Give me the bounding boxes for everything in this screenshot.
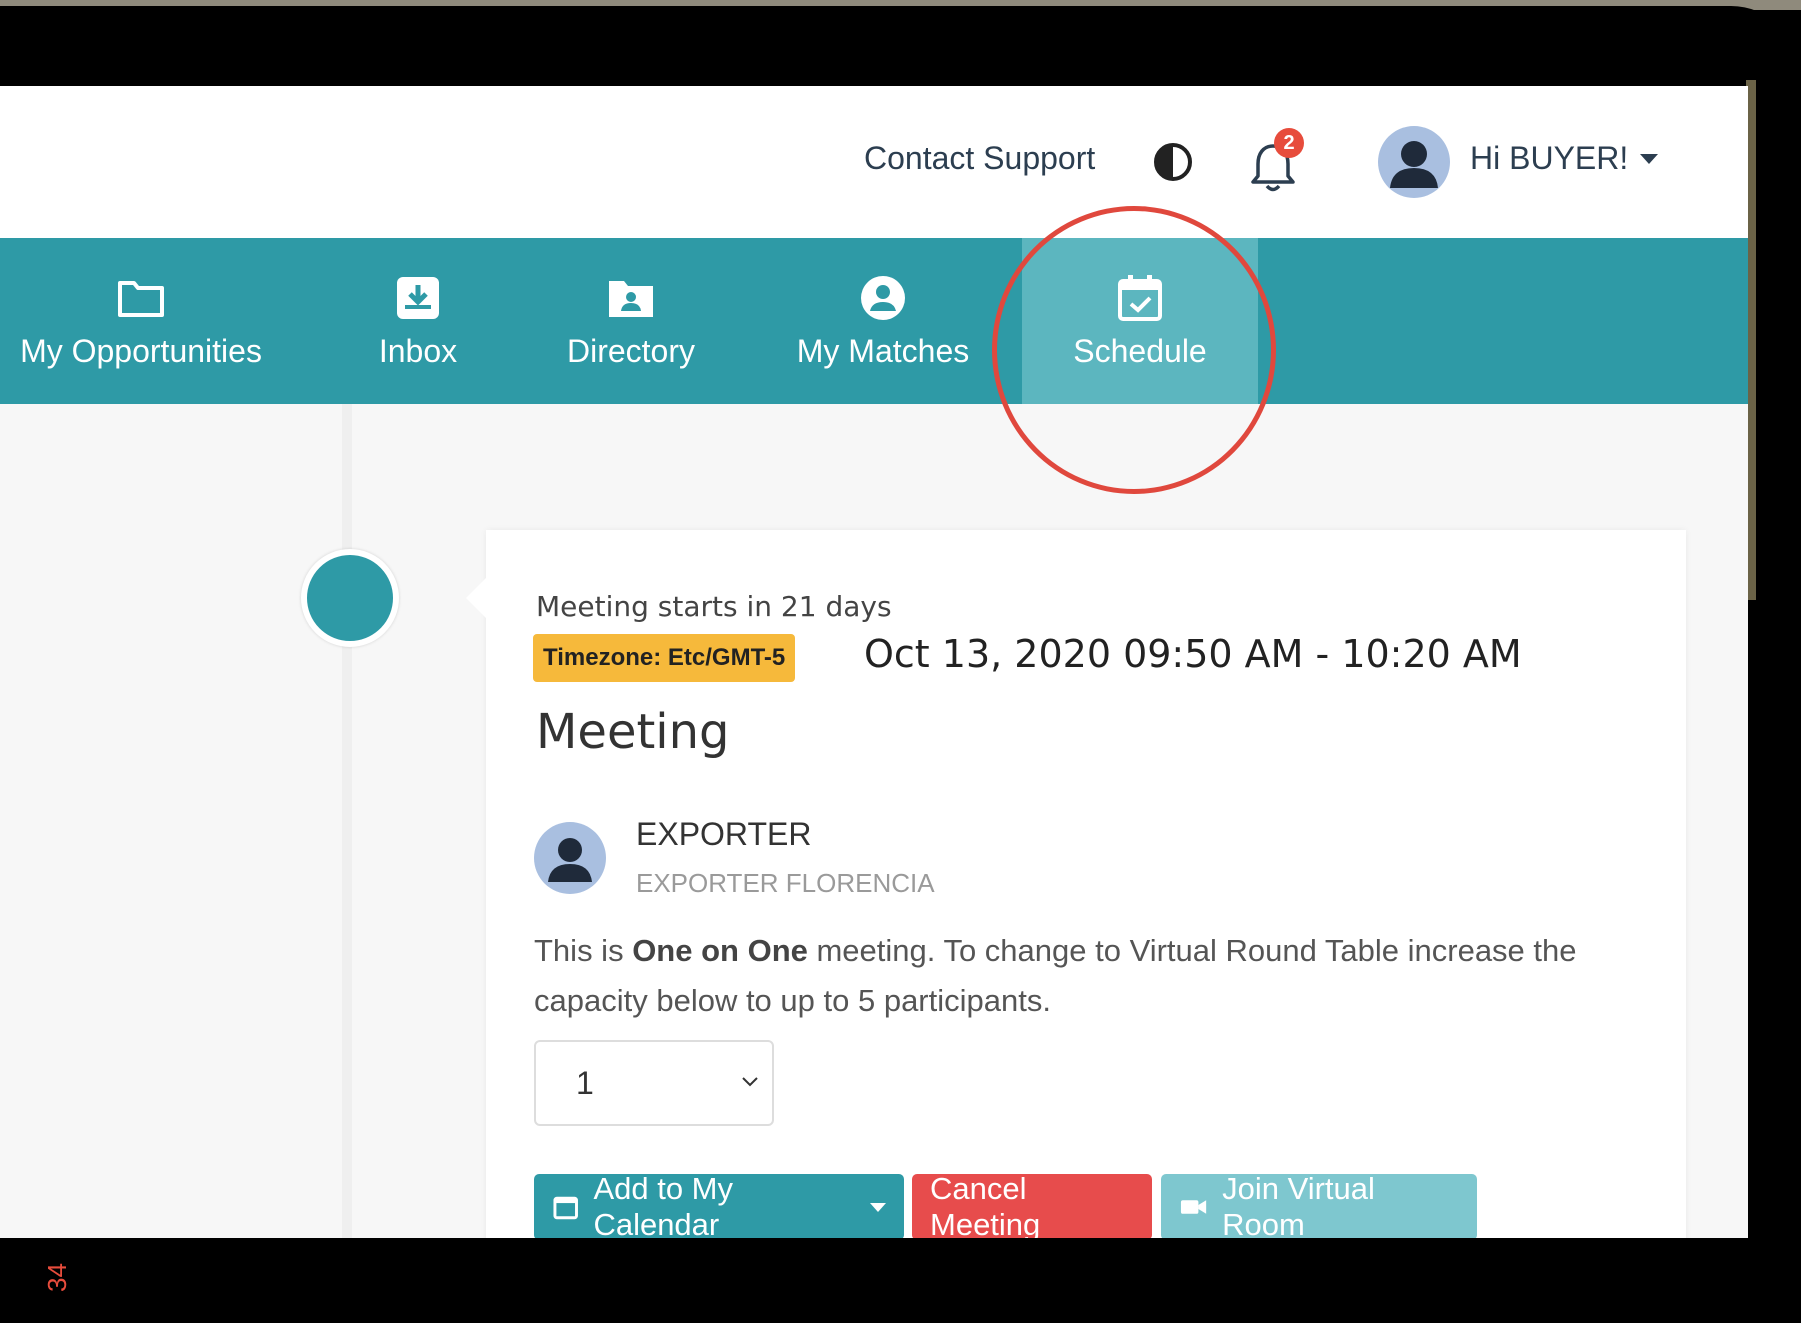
nav-directory[interactable]: Directory xyxy=(546,238,716,404)
nav-label: Directory xyxy=(566,332,695,369)
meeting-countdown: Meeting starts in 21 days xyxy=(536,590,892,623)
nav-label: Inbox xyxy=(378,332,458,369)
add-to-calendar-label: Add to My Calendar xyxy=(593,1171,733,1238)
top-header: Contact Support 2 Hi BUYER! xyxy=(0,86,1748,238)
user-avatar[interactable] xyxy=(1378,126,1450,198)
inbox-icon xyxy=(397,276,439,319)
timeline-line xyxy=(342,404,352,1238)
side-label: 34 xyxy=(42,1263,72,1292)
contrast-icon[interactable] xyxy=(1153,142,1193,182)
card-pointer xyxy=(466,576,488,620)
nav-label: My Matches xyxy=(796,332,970,369)
participant-name: EXPORTER xyxy=(636,816,812,852)
nav-inbox[interactable]: Inbox xyxy=(358,238,478,404)
notifications-bell[interactable]: 2 xyxy=(1248,128,1308,196)
nav-label: My Opportunities xyxy=(20,332,262,369)
meeting-date-range: Oct 13, 2020 09:50 AM - 10:20 AM xyxy=(864,632,1522,676)
add-to-calendar-button[interactable]: Add to My Calendar xyxy=(534,1171,904,1238)
directory-icon xyxy=(609,280,653,317)
schedule-highlight-circle xyxy=(992,206,1276,494)
app-screen: Contact Support 2 Hi BUYER! My Opportuni… xyxy=(0,86,1748,1238)
main-navbar: My Opportunities Inbox Directory My Matc… xyxy=(0,238,1748,404)
chevron-down-icon[interactable] xyxy=(1640,154,1658,164)
chevron-down-icon xyxy=(742,1077,758,1087)
calendar-icon xyxy=(553,1196,578,1220)
nav-my-matches[interactable]: My Matches xyxy=(788,238,978,404)
folder-icon xyxy=(118,280,164,317)
join-virtual-room-button[interactable]: Join Virtual Room xyxy=(1161,1171,1477,1238)
user-circle-icon xyxy=(861,275,905,320)
timezone-badge: Timezone: Etc/GMT-5 xyxy=(533,634,796,682)
participant-avatar xyxy=(534,822,606,894)
join-virtual-room-label: Join Virtual Room xyxy=(1222,1171,1375,1238)
cancel-meeting-label: Cancel Meeting xyxy=(930,1171,1041,1238)
nav-my-opportunities[interactable]: My Opportunities xyxy=(0,238,282,404)
cancel-meeting-button[interactable]: Cancel Meeting xyxy=(912,1171,1152,1238)
capacity-value: 1 xyxy=(576,1064,594,1101)
capacity-select[interactable]: 1 xyxy=(534,1040,774,1126)
meeting-title: Meeting xyxy=(536,704,730,760)
desc-text: This is xyxy=(534,933,633,968)
desc-bold-text: One on One xyxy=(632,933,808,968)
video-camera-icon xyxy=(1180,1200,1207,1214)
timeline-dot xyxy=(301,549,399,647)
notification-count-badge: 2 xyxy=(1274,128,1304,158)
caret-down-icon xyxy=(870,1202,886,1212)
contact-support-link[interactable]: Contact Support xyxy=(864,140,1095,177)
user-greeting[interactable]: Hi BUYER! xyxy=(1470,140,1628,177)
participant-company: EXPORTER FLORENCIA xyxy=(636,868,935,898)
meeting-description: This is One on One meeting. To change to… xyxy=(534,926,1634,1026)
